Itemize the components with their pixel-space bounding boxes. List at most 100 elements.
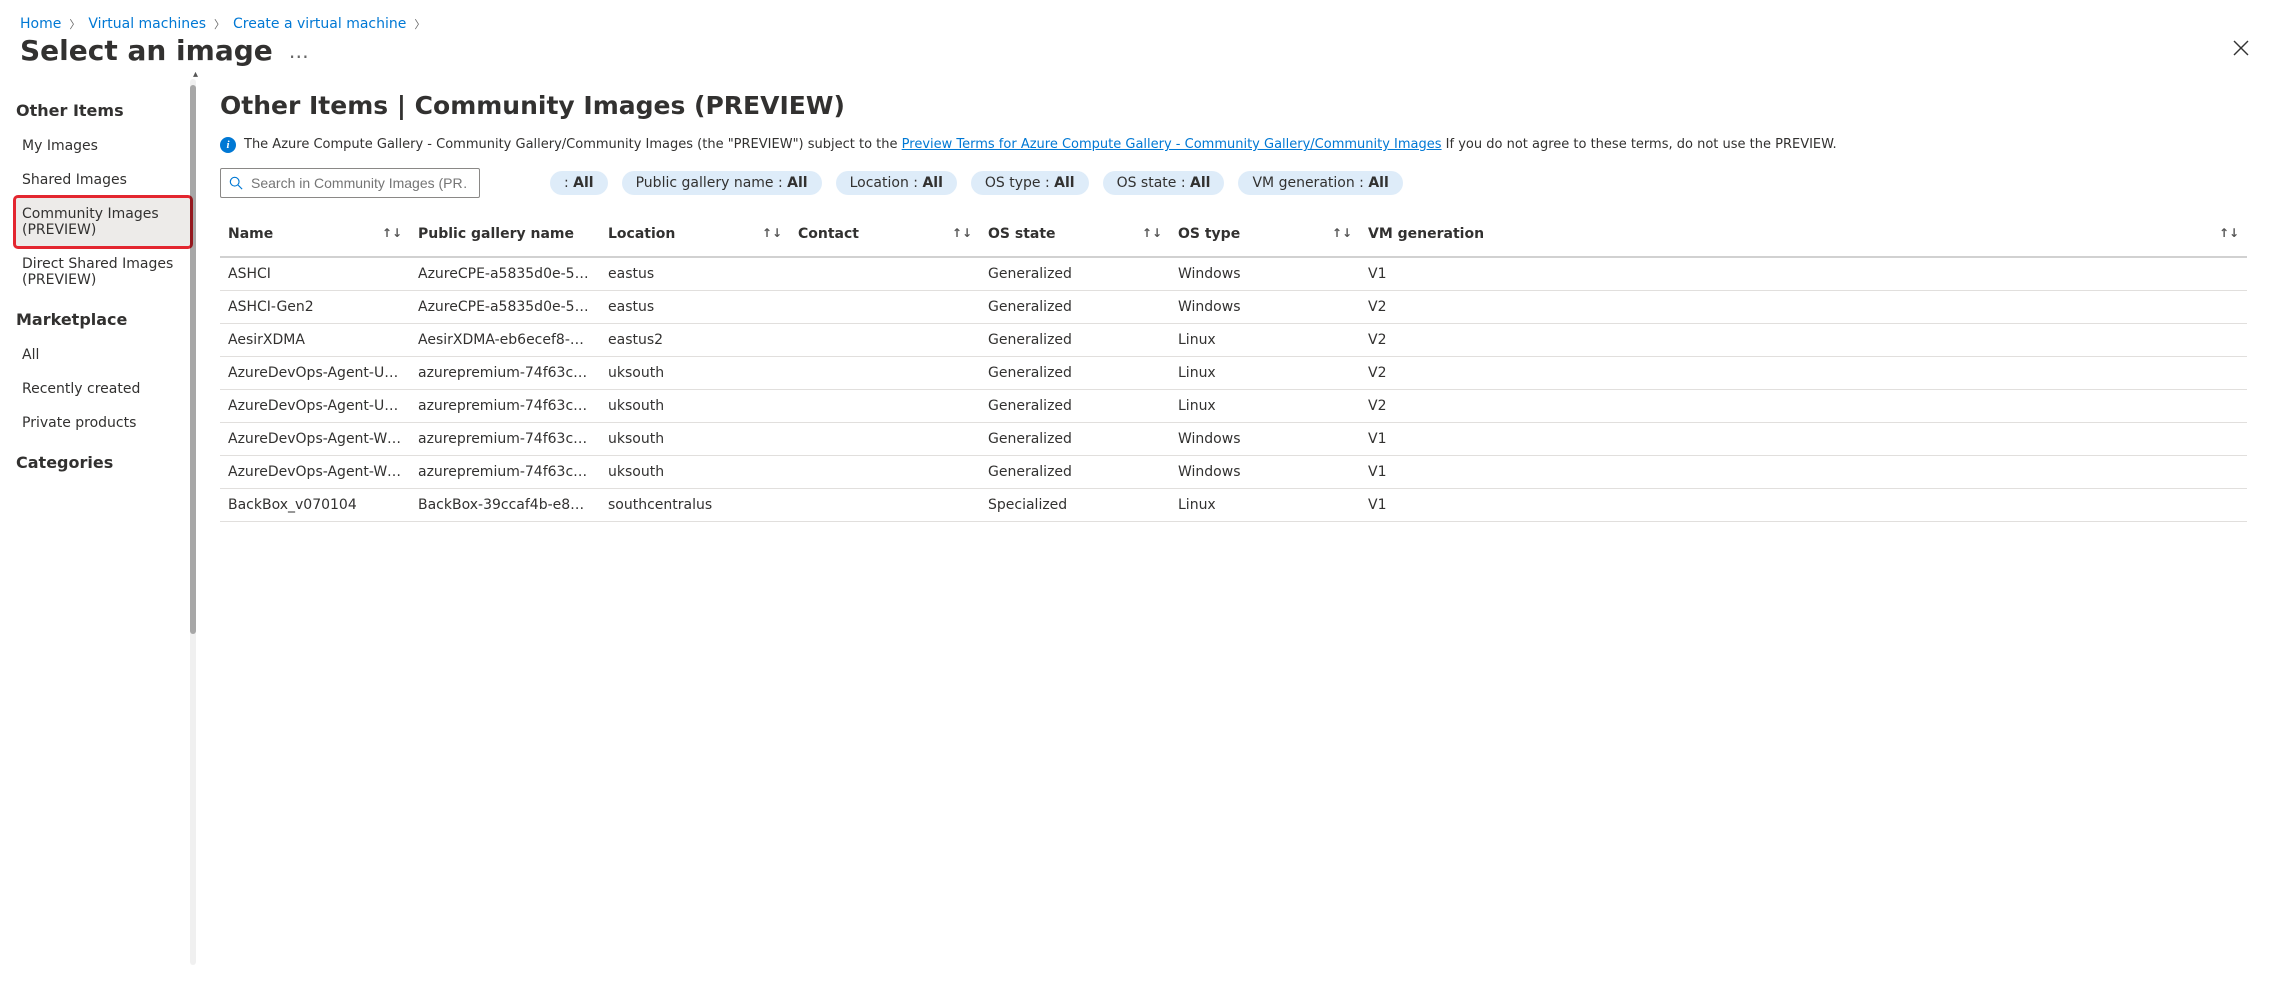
cell-name: AzureDevOps-Agent-Ubunt… bbox=[220, 390, 410, 423]
filter-pill[interactable]: VM generation : All bbox=[1238, 171, 1402, 195]
search-icon bbox=[229, 176, 243, 190]
table-row[interactable]: ASHCI-Gen2AzureCPE-a5835d0e-5c8d-4…eastu… bbox=[220, 291, 2247, 324]
sidebar-item[interactable]: Community Images (PREVIEW) bbox=[16, 198, 190, 246]
cell-ostype: Windows bbox=[1170, 456, 1360, 489]
sort-icon[interactable]: ↑↓ bbox=[2219, 226, 2239, 240]
cell-name: AzureDevOps-Agent-Windo… bbox=[220, 456, 410, 489]
column-header-location[interactable]: Location↑↓ bbox=[600, 216, 790, 257]
more-actions-icon[interactable]: … bbox=[289, 39, 310, 63]
cell-gallery: azurepremium-74f63c41-b8… bbox=[410, 423, 600, 456]
info-icon: i bbox=[220, 137, 236, 153]
column-header-ostype[interactable]: OS type↑↓ bbox=[1170, 216, 1360, 257]
cell-contact bbox=[790, 291, 980, 324]
sidebar-item[interactable]: Direct Shared Images (PREVIEW) bbox=[16, 248, 190, 296]
breadcrumb-vms[interactable]: Virtual machines bbox=[88, 16, 206, 32]
column-header-name[interactable]: Name↑↓ bbox=[220, 216, 410, 257]
cell-name: AesirXDMA bbox=[220, 324, 410, 357]
cell-location: uksouth bbox=[600, 357, 790, 390]
filter-pill[interactable]: OS type : All bbox=[971, 171, 1089, 195]
column-header-contact[interactable]: Contact↑↓ bbox=[790, 216, 980, 257]
table-row[interactable]: AzureDevOps-Agent-Windo…azurepremium-74f… bbox=[220, 423, 2247, 456]
cell-gallery: AesirXDMA-eb6ecef8-2342-… bbox=[410, 324, 600, 357]
chevron-right-icon: 〉 bbox=[69, 16, 80, 32]
sidebar-scrollbar[interactable] bbox=[190, 79, 196, 965]
title-bar: Select an image … bbox=[0, 34, 2277, 77]
preview-terms-link[interactable]: Preview Terms for Azure Compute Gallery … bbox=[902, 137, 1442, 152]
cell-vmgen: V1 bbox=[1360, 423, 2247, 456]
cell-ostype: Windows bbox=[1170, 257, 1360, 291]
cell-vmgen: V2 bbox=[1360, 390, 2247, 423]
table-row[interactable]: AesirXDMAAesirXDMA-eb6ecef8-2342-…eastus… bbox=[220, 324, 2247, 357]
sort-icon[interactable]: ↑↓ bbox=[762, 226, 782, 240]
cell-contact bbox=[790, 324, 980, 357]
cell-vmgen: V1 bbox=[1360, 489, 2247, 522]
chevron-right-icon: 〉 bbox=[214, 16, 225, 32]
cell-location: eastus2 bbox=[600, 324, 790, 357]
sidebar-item[interactable]: Private products bbox=[16, 407, 190, 439]
filter-pill[interactable]: OS state : All bbox=[1103, 171, 1225, 195]
sidebar-item[interactable]: Recently created bbox=[16, 373, 190, 405]
column-header-vmgen[interactable]: VM generation↑↓ bbox=[1360, 216, 2247, 257]
breadcrumb-create-vm[interactable]: Create a virtual machine bbox=[233, 16, 406, 32]
cell-contact bbox=[790, 423, 980, 456]
sidebar-item[interactable]: Shared Images bbox=[16, 164, 190, 196]
column-header-osstate[interactable]: OS state↑↓ bbox=[980, 216, 1170, 257]
filter-pill[interactable]: : All bbox=[550, 171, 608, 195]
cell-vmgen: V2 bbox=[1360, 291, 2247, 324]
cell-vmgen: V2 bbox=[1360, 357, 2247, 390]
cell-name: AzureDevOps-Agent-Windo… bbox=[220, 423, 410, 456]
cell-ostype: Linux bbox=[1170, 357, 1360, 390]
cell-osstate: Generalized bbox=[980, 357, 1170, 390]
cell-vmgen: V1 bbox=[1360, 456, 2247, 489]
breadcrumb: Home 〉 Virtual machines 〉 Create a virtu… bbox=[0, 0, 2277, 34]
table-row[interactable]: AzureDevOps-Agent-Windo…azurepremium-74f… bbox=[220, 456, 2247, 489]
cell-osstate: Generalized bbox=[980, 456, 1170, 489]
info-text: The Azure Compute Gallery - Community Ga… bbox=[244, 136, 1837, 154]
cell-contact bbox=[790, 257, 980, 291]
close-icon[interactable] bbox=[2225, 34, 2257, 67]
sort-icon[interactable]: ↑↓ bbox=[1332, 226, 1352, 240]
cell-contact bbox=[790, 489, 980, 522]
cell-location: eastus bbox=[600, 257, 790, 291]
table-row[interactable]: AzureDevOps-Agent-Ubunt…azurepremium-74f… bbox=[220, 357, 2247, 390]
cell-osstate: Generalized bbox=[980, 291, 1170, 324]
sort-icon[interactable]: ↑↓ bbox=[952, 226, 972, 240]
breadcrumb-home[interactable]: Home bbox=[20, 16, 61, 32]
cell-location: uksouth bbox=[600, 390, 790, 423]
cell-contact bbox=[790, 456, 980, 489]
cell-gallery: azurepremium-74f63c41-b8… bbox=[410, 456, 600, 489]
cell-ostype: Windows bbox=[1170, 423, 1360, 456]
cell-name: AzureDevOps-Agent-Ubunt… bbox=[220, 357, 410, 390]
search-input[interactable] bbox=[249, 174, 471, 192]
filter-pill[interactable]: Public gallery name : All bbox=[622, 171, 822, 195]
sidebar-item[interactable]: My Images bbox=[16, 130, 190, 162]
cell-location: southcentralus bbox=[600, 489, 790, 522]
cell-ostype: Linux bbox=[1170, 489, 1360, 522]
cell-gallery: azurepremium-74f63c41-b8… bbox=[410, 390, 600, 423]
sort-icon[interactable]: ↑↓ bbox=[382, 226, 402, 240]
sort-icon[interactable]: ↑↓ bbox=[1142, 226, 1162, 240]
table-row[interactable]: BackBox_v070104BackBox-39ccaf4b-e81f-425… bbox=[220, 489, 2247, 522]
column-header-gallery[interactable]: Public gallery name bbox=[410, 216, 600, 257]
cell-gallery: azurepremium-74f63c41-b8… bbox=[410, 357, 600, 390]
cell-name: BackBox_v070104 bbox=[220, 489, 410, 522]
cell-osstate: Generalized bbox=[980, 390, 1170, 423]
sidebar-item[interactable]: All bbox=[16, 339, 190, 371]
table-row[interactable]: AzureDevOps-Agent-Ubunt…azurepremium-74f… bbox=[220, 390, 2247, 423]
cell-contact bbox=[790, 357, 980, 390]
content-heading: Other Items | Community Images (PREVIEW) bbox=[220, 91, 2247, 120]
chevron-right-icon: 〉 bbox=[414, 16, 425, 32]
cell-osstate: Specialized bbox=[980, 489, 1170, 522]
cell-gallery: AzureCPE-a5835d0e-5c8d-4… bbox=[410, 291, 600, 324]
search-input-wrap[interactable] bbox=[220, 168, 480, 198]
cell-name: ASHCI-Gen2 bbox=[220, 291, 410, 324]
sidebar-section-heading: Marketplace bbox=[16, 310, 190, 329]
sidebar: ▴ Other ItemsMy ImagesShared ImagesCommu… bbox=[0, 77, 190, 965]
cell-vmgen: V2 bbox=[1360, 324, 2247, 357]
cell-ostype: Linux bbox=[1170, 390, 1360, 423]
table-row[interactable]: ASHCIAzureCPE-a5835d0e-5c8d-4…eastusGene… bbox=[220, 257, 2247, 291]
cell-gallery: AzureCPE-a5835d0e-5c8d-4… bbox=[410, 257, 600, 291]
filter-pill[interactable]: Location : All bbox=[836, 171, 957, 195]
cell-ostype: Linux bbox=[1170, 324, 1360, 357]
scrollbar-thumb[interactable] bbox=[190, 85, 196, 634]
